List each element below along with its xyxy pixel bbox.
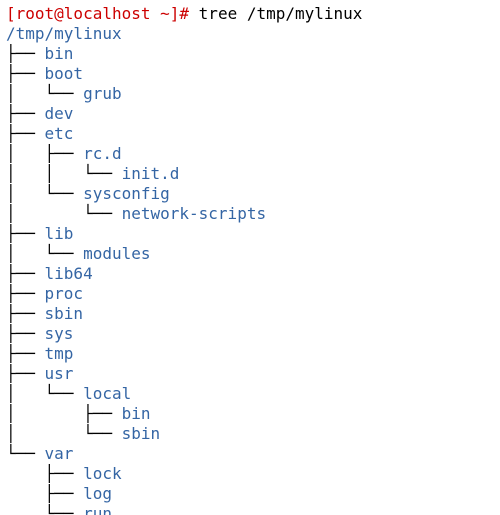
shell-prompt: [root@localhost ~]#: [6, 4, 189, 23]
tree-entry: sys: [45, 324, 74, 343]
tree-entry: lib64: [45, 264, 93, 283]
tree-entry: sysconfig: [83, 184, 170, 203]
tree-entry: network-scripts: [122, 204, 267, 223]
tree-entry: dev: [45, 104, 74, 123]
tree-entry: lib: [45, 224, 74, 243]
tree-entry: bin: [122, 404, 151, 423]
tree-entry: tmp: [45, 344, 74, 363]
tree-entry: init.d: [122, 164, 180, 183]
tree-entry: grub: [83, 84, 122, 103]
tree-entry: local: [83, 384, 131, 403]
tree-entry: bin: [45, 44, 74, 63]
tree-entry: var: [45, 444, 74, 463]
tree-entry: usr: [45, 364, 74, 383]
tree-entry: etc: [45, 124, 74, 143]
shell-command: tree /tmp/mylinux: [199, 4, 363, 23]
tree-entry: lock: [83, 464, 122, 483]
tree-root-path: /tmp/mylinux: [6, 24, 122, 43]
terminal-output: [root@localhost ~]# tree /tmp/mylinux /t…: [0, 0, 500, 515]
tree-entry: sbin: [45, 304, 84, 323]
tree-entry: sbin: [122, 424, 161, 443]
tree-entry: log: [83, 484, 112, 503]
tree-body: ├── bin ├── boot │ └── grub ├── dev ├── …: [6, 44, 266, 515]
tree-entry: proc: [45, 284, 84, 303]
tree-entry: run: [83, 504, 112, 515]
tree-entry: boot: [45, 64, 84, 83]
tree-entry: modules: [83, 244, 150, 263]
tree-entry: rc.d: [83, 144, 122, 163]
